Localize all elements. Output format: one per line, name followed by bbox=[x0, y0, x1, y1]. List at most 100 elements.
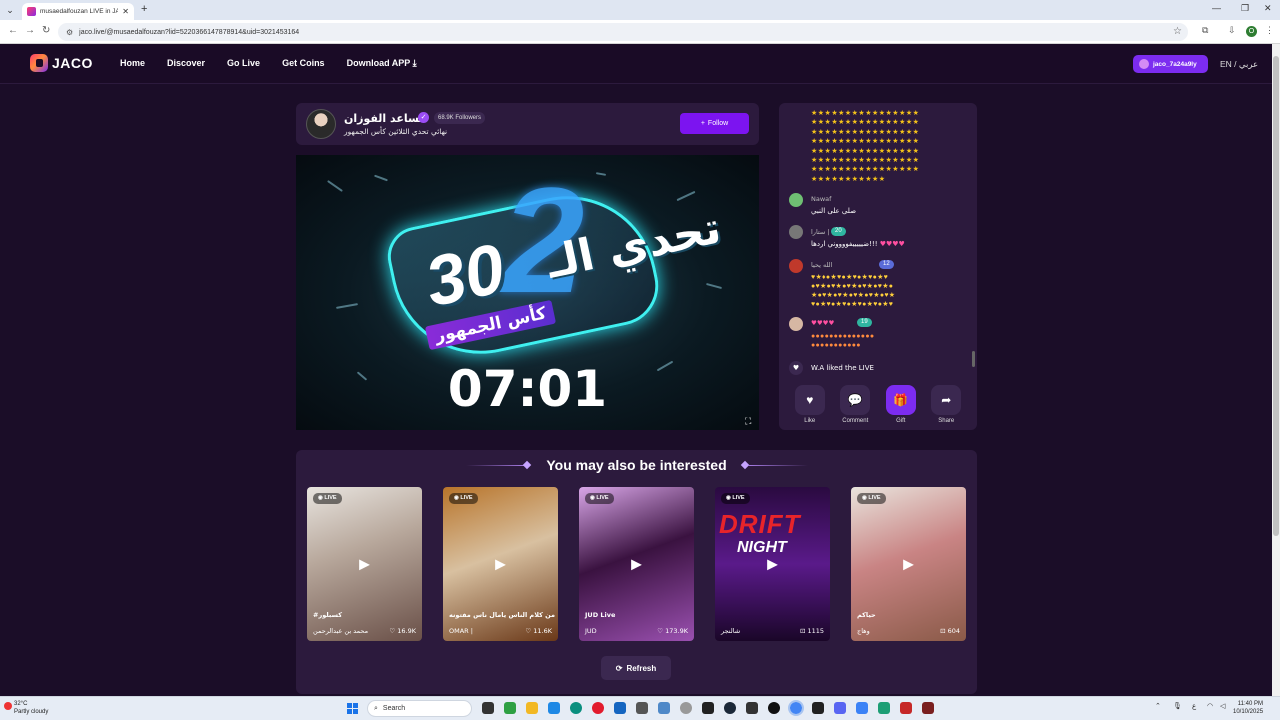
refresh-button[interactable]: ⟳ Refresh bbox=[601, 656, 671, 680]
downloads-icon[interactable]: ⇩ bbox=[1228, 25, 1236, 36]
taskbar-app-icon[interactable] bbox=[768, 702, 780, 714]
fullscreen-icon[interactable]: ⛶ bbox=[745, 416, 751, 427]
like-label: Like bbox=[804, 418, 816, 424]
back-icon[interactable]: ← bbox=[8, 25, 18, 36]
tray-chevron-icon[interactable]: ⌃ bbox=[1155, 702, 1161, 710]
chat-username[interactable]: ستارا | bbox=[811, 228, 830, 236]
taskbar-app-icon[interactable] bbox=[856, 702, 868, 714]
language-switch[interactable]: EN / عربي bbox=[1220, 59, 1258, 70]
discord-icon[interactable] bbox=[834, 702, 846, 714]
tab-list-icon[interactable]: ⌄ bbox=[4, 4, 16, 16]
play-icon[interactable]: ▶ bbox=[903, 556, 914, 573]
task-view-icon[interactable] bbox=[482, 702, 494, 714]
card-footer: OMAR | ♡ 11.6K bbox=[449, 627, 552, 635]
like-button[interactable]: ♥ Like bbox=[793, 385, 827, 424]
chat-scrollbar[interactable] bbox=[972, 351, 975, 367]
opera-icon[interactable] bbox=[592, 702, 604, 714]
nav-download-app[interactable]: Download APP ⤓ bbox=[347, 58, 417, 69]
file-explorer-icon[interactable] bbox=[526, 702, 538, 714]
profile-avatar[interactable]: O bbox=[1246, 26, 1257, 37]
card-viewers: ⊡ 1115 bbox=[799, 627, 824, 635]
page-scrollbar[interactable] bbox=[1272, 44, 1280, 696]
close-window-icon[interactable]: ✕ bbox=[1264, 3, 1272, 14]
chat-avatar[interactable] bbox=[789, 259, 803, 273]
close-tab-icon[interactable]: ✕ bbox=[122, 7, 129, 16]
minimize-icon[interactable]: — bbox=[1212, 3, 1221, 13]
jaco-logo[interactable]: JACO bbox=[30, 54, 93, 72]
taskbar-app-icon[interactable] bbox=[658, 702, 670, 714]
live-badge-text: LIVE bbox=[596, 495, 609, 501]
language-indicator[interactable]: ع bbox=[1192, 702, 1196, 710]
bookmark-star-icon[interactable]: ☆ bbox=[1173, 26, 1182, 37]
browser-tab-active[interactable]: musaedalfouzan LIVE in JACO ✕ bbox=[22, 3, 134, 20]
nav-discover[interactable]: Discover bbox=[167, 58, 205, 69]
taskbar-app-icon[interactable] bbox=[746, 702, 758, 714]
microphone-icon[interactable]: 🎙 bbox=[1173, 702, 1182, 710]
extensions-icon[interactable]: ⧉ bbox=[1202, 25, 1208, 36]
play-icon[interactable]: ▶ bbox=[631, 556, 642, 573]
nav-home[interactable]: Home bbox=[120, 58, 145, 69]
plus-icon: + bbox=[700, 120, 705, 127]
steam-icon[interactable] bbox=[724, 702, 736, 714]
play-icon[interactable]: ▶ bbox=[495, 556, 506, 573]
forward-icon[interactable]: → bbox=[25, 25, 35, 36]
follow-button[interactable]: + Follow bbox=[680, 113, 749, 134]
edge-icon[interactable] bbox=[570, 702, 582, 714]
taskbar-app-icon[interactable] bbox=[702, 702, 714, 714]
chat-avatar[interactable] bbox=[789, 317, 803, 331]
volume-icon[interactable]: ◁ bbox=[1220, 702, 1225, 710]
restore-icon[interactable]: ❐ bbox=[1241, 3, 1249, 14]
live-badge-text: LIVE bbox=[324, 495, 337, 501]
play-icon[interactable]: ▶ bbox=[767, 556, 778, 573]
taskbar-search[interactable]: ⌕ Search bbox=[367, 700, 472, 717]
scrollbar-thumb[interactable] bbox=[1273, 56, 1279, 536]
new-tab-icon[interactable]: + bbox=[141, 3, 147, 15]
taskbar-app-icon[interactable] bbox=[812, 702, 824, 714]
card-title: حياكم bbox=[857, 611, 876, 619]
chat-username[interactable]: Nawaf bbox=[811, 195, 831, 203]
wifi-icon[interactable]: ◠ bbox=[1207, 702, 1213, 710]
chat-username[interactable]: الله يحيا bbox=[811, 261, 832, 269]
windows-start-icon[interactable] bbox=[347, 703, 358, 714]
user-name: jaco_7a24a9ly bbox=[1153, 60, 1197, 68]
chrome-icon[interactable] bbox=[788, 700, 804, 716]
browser-menu-icon[interactable]: ⋮ bbox=[1265, 25, 1274, 36]
live-card[interactable]: ◉ LIVE ▶ من كلام الناس يامال ناس مفتونه … bbox=[443, 487, 558, 641]
chat-panel: ★★★★★★★★★★★★★★★★ ★★★★★★★★★★★★★★★★ ★★★★★★★★… bbox=[779, 103, 977, 430]
taskbar-app-icon[interactable] bbox=[900, 702, 912, 714]
comment-button[interactable]: 💬 Comment bbox=[838, 385, 872, 424]
nav-go-live[interactable]: Go Live bbox=[227, 58, 260, 69]
taskbar-app-icon[interactable] bbox=[614, 702, 626, 714]
system-clock[interactable]: 11:40 PM 10/10/2025 bbox=[1233, 700, 1263, 716]
nav-get-coins[interactable]: Get Coins bbox=[282, 58, 325, 69]
chat-avatar[interactable] bbox=[789, 193, 803, 207]
share-button[interactable]: ➦ Share bbox=[929, 385, 963, 424]
live-card[interactable]: ◉ LIVE ▶ حياكم وهاج ⊡ 604 bbox=[851, 487, 966, 641]
taskbar-app-icon[interactable] bbox=[878, 702, 890, 714]
video-streak bbox=[327, 180, 343, 192]
live-badge: ◉ LIVE bbox=[857, 493, 886, 504]
taskbar-app-icon[interactable] bbox=[548, 702, 560, 714]
url-field[interactable]: ⚙ jaco.live/@musaedalfouzan?lid=52203661… bbox=[58, 23, 1188, 41]
taskbar-app-icon[interactable] bbox=[504, 702, 516, 714]
gift-button[interactable]: 🎁 Gift bbox=[884, 385, 918, 424]
site-info-icon[interactable]: ⚙ bbox=[66, 28, 73, 37]
live-card[interactable]: ◉ LIVE ▶ JUD Live JUD ♡ 173.9K bbox=[579, 487, 694, 641]
taskbar-app-icon[interactable] bbox=[636, 702, 648, 714]
share-label: Share bbox=[938, 418, 955, 424]
live-card[interactable]: ◉ LIVE DRIFT NIGHT ▶ شالنجر ⊡ 1115 bbox=[715, 487, 830, 641]
streamer-name[interactable]: مساعد الفوزان bbox=[344, 112, 426, 125]
reload-icon[interactable]: ↻ bbox=[42, 25, 50, 36]
play-icon[interactable]: ▶ bbox=[359, 556, 370, 573]
chat-avatar[interactable] bbox=[789, 225, 803, 239]
live-card[interactable]: ◉ LIVE ▶ #كسبلور محمد بن عبدالرحمن ♡ 16.9… bbox=[307, 487, 422, 641]
streamer-avatar[interactable] bbox=[306, 109, 336, 139]
windows-taskbar: 32°C Partly cloudy ⌕ Search ⌃ 🎙 ع ◠ ◁ 11… bbox=[0, 696, 1280, 720]
taskbar-app-icon[interactable] bbox=[922, 702, 934, 714]
user-account-button[interactable]: jaco_7a24a9ly bbox=[1133, 55, 1208, 73]
user-avatar bbox=[1139, 59, 1149, 69]
settings-icon[interactable] bbox=[680, 702, 692, 714]
main-nav: Home Discover Go Live Get Coins Download… bbox=[120, 58, 417, 69]
weather-widget[interactable]: 32°C Partly cloudy bbox=[4, 700, 48, 716]
live-video-player[interactable]: 2 30 تحدي الـ كأس الجمهور 07:01 bbox=[296, 155, 759, 430]
